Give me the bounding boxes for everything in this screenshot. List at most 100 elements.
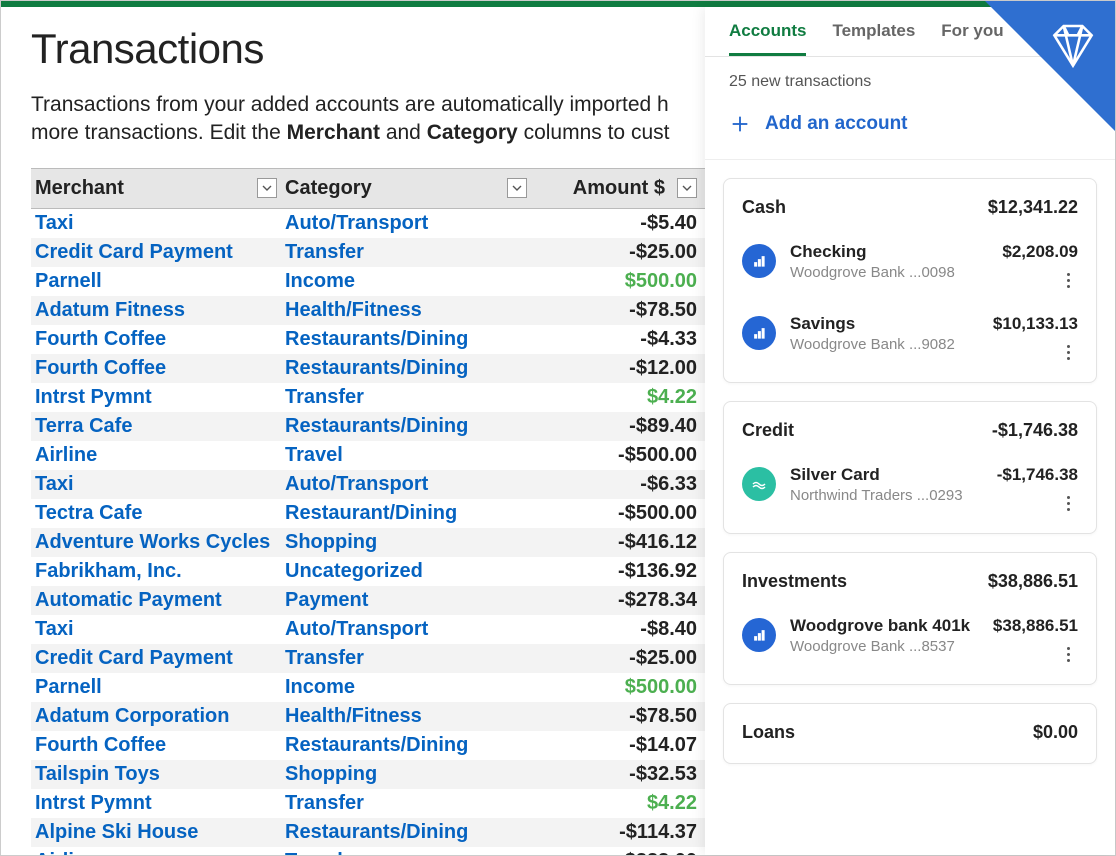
category-cell[interactable]: Income xyxy=(281,267,531,296)
category-cell[interactable]: Restaurants/Dining xyxy=(281,412,531,441)
category-cell[interactable]: Travel xyxy=(281,441,531,470)
merchant-cell[interactable]: Adventure Works Cycles xyxy=(31,528,281,557)
merchant-cell[interactable]: Terra Cafe xyxy=(31,412,281,441)
account-institution: Woodgrove Bank ...9082 xyxy=(790,336,979,353)
col-header-label: Amount $ xyxy=(573,177,665,199)
category-cell[interactable]: Travel xyxy=(281,847,531,855)
col-header-category[interactable]: Category xyxy=(281,168,531,208)
merchant-cell[interactable]: Credit Card Payment xyxy=(31,644,281,673)
merchant-cell[interactable]: Fourth Coffee xyxy=(31,354,281,383)
merchant-cell[interactable]: Fabrikham, Inc. xyxy=(31,557,281,586)
category-cell[interactable]: Payment xyxy=(281,586,531,615)
category-cell[interactable]: Auto/Transport xyxy=(281,615,531,644)
kebab-icon[interactable] xyxy=(1058,644,1078,664)
col-header-label: Merchant xyxy=(35,177,124,199)
category-cell[interactable]: Health/Fitness xyxy=(281,702,531,731)
kebab-icon[interactable] xyxy=(1058,270,1078,290)
table-row[interactable]: Tectra CafeRestaurant/Dining-$500.00Ch xyxy=(31,499,705,528)
account-row[interactable]: CheckingWoodgrove Bank ...0098$2,208.09 xyxy=(742,232,1078,304)
dropdown-icon[interactable] xyxy=(257,178,277,198)
table-row[interactable]: Intrst PymntTransfer$4.22Sa xyxy=(31,789,705,818)
table-row[interactable]: Tailspin ToysShopping-$32.53Ch xyxy=(31,760,705,789)
merchant-cell[interactable]: Adatum Corporation xyxy=(31,702,281,731)
account-row[interactable]: Silver CardNorthwind Traders ...0293-$1,… xyxy=(742,455,1078,527)
merchant-cell[interactable]: Airline xyxy=(31,441,281,470)
table-row[interactable]: Automatic PaymentPayment-$278.34Ch xyxy=(31,586,705,615)
category-cell[interactable]: Health/Fitness xyxy=(281,296,531,325)
dropdown-icon[interactable] xyxy=(677,178,697,198)
group-title: Cash xyxy=(742,197,786,218)
table-row[interactable]: ParnellIncome$500.00Ch xyxy=(31,267,705,296)
category-cell[interactable]: Auto/Transport xyxy=(281,208,531,238)
table-row[interactable]: Credit Card PaymentTransfer-$25.00Sa xyxy=(31,644,705,673)
merchant-cell[interactable]: Automatic Payment xyxy=(31,586,281,615)
category-cell[interactable]: Shopping xyxy=(281,528,531,557)
account-balance: $2,208.09 xyxy=(1002,242,1078,262)
table-row[interactable]: TaxiAuto/Transport-$6.33Ch xyxy=(31,470,705,499)
account-balance: -$1,746.38 xyxy=(997,465,1078,485)
tab-accounts[interactable]: Accounts xyxy=(729,21,806,56)
merchant-cell[interactable]: Parnell xyxy=(31,267,281,296)
merchant-cell[interactable]: Fourth Coffee xyxy=(31,325,281,354)
category-cell[interactable]: Uncategorized xyxy=(281,557,531,586)
account-row[interactable]: SavingsWoodgrove Bank ...9082$10,133.13 xyxy=(742,304,1078,376)
merchant-cell[interactable]: Intrst Pymnt xyxy=(31,789,281,818)
category-cell[interactable]: Auto/Transport xyxy=(281,470,531,499)
merchant-cell[interactable]: Taxi xyxy=(31,615,281,644)
table-row[interactable]: Adatum FitnessHealth/Fitness-$78.50Cr xyxy=(31,296,705,325)
merchant-cell[interactable]: Credit Card Payment xyxy=(31,238,281,267)
category-cell[interactable]: Restaurant/Dining xyxy=(281,499,531,528)
amount-cell: -$32.53 xyxy=(531,760,701,789)
col-header-merchant[interactable]: Merchant xyxy=(31,168,281,208)
account-row[interactable]: Woodgrove bank 401kWoodgrove Bank ...853… xyxy=(742,606,1078,678)
table-row[interactable]: Intrst PymntTransfer$4.22Sa xyxy=(31,383,705,412)
merchant-cell[interactable]: Taxi xyxy=(31,470,281,499)
category-cell[interactable]: Transfer xyxy=(281,238,531,267)
merchant-cell[interactable]: Intrst Pymnt xyxy=(31,383,281,412)
merchant-cell[interactable]: Tectra Cafe xyxy=(31,499,281,528)
amount-cell: -$25.00 xyxy=(531,644,701,673)
kebab-icon[interactable] xyxy=(1058,493,1078,513)
merchant-cell[interactable]: Tailspin Toys xyxy=(31,760,281,789)
table-row[interactable]: Fabrikham, Inc.Uncategorized-$136.92Ch xyxy=(31,557,705,586)
table-row[interactable]: AirlineTravel-$333.00Ch xyxy=(31,847,705,855)
table-row[interactable]: Fourth CoffeeRestaurants/Dining-$12.00Ch xyxy=(31,354,705,383)
table-row[interactable]: Credit Card PaymentTransfer-$25.00Sa xyxy=(31,238,705,267)
table-row[interactable]: Fourth CoffeeRestaurants/Dining-$4.33Ch xyxy=(31,325,705,354)
amount-cell: -$416.12 xyxy=(531,528,701,557)
merchant-cell[interactable]: Fourth Coffee xyxy=(31,731,281,760)
table-row[interactable]: Adatum CorporationHealth/Fitness-$78.50C… xyxy=(31,702,705,731)
table-row[interactable]: Adventure Works CyclesShopping-$416.12Cr xyxy=(31,528,705,557)
category-cell[interactable]: Restaurants/Dining xyxy=(281,325,531,354)
table-row[interactable]: ParnellIncome$500.00Ch xyxy=(31,673,705,702)
category-cell[interactable]: Restaurants/Dining xyxy=(281,818,531,847)
table-row[interactable]: TaxiAuto/Transport-$8.40Ch xyxy=(31,615,705,644)
table-row[interactable]: Alpine Ski HouseRestaurants/Dining-$114.… xyxy=(31,818,705,847)
category-cell[interactable]: Shopping xyxy=(281,760,531,789)
bank-icon xyxy=(742,316,776,350)
category-cell[interactable]: Restaurants/Dining xyxy=(281,354,531,383)
category-cell[interactable]: Transfer xyxy=(281,383,531,412)
dropdown-icon[interactable] xyxy=(507,178,527,198)
bank-icon xyxy=(742,244,776,278)
merchant-cell[interactable]: Adatum Fitness xyxy=(31,296,281,325)
account-balance: $38,886.51 xyxy=(993,616,1078,636)
merchant-cell[interactable]: Alpine Ski House xyxy=(31,818,281,847)
table-row[interactable]: Terra CafeRestaurants/Dining-$89.40Ch xyxy=(31,412,705,441)
merchant-cell[interactable]: Airline xyxy=(31,847,281,855)
merchant-cell[interactable]: Parnell xyxy=(31,673,281,702)
group-title: Loans xyxy=(742,722,795,743)
category-cell[interactable]: Transfer xyxy=(281,644,531,673)
col-header-amount[interactable]: Amount $ xyxy=(531,168,701,208)
table-row[interactable]: AirlineTravel-$500.00Cr xyxy=(31,441,705,470)
table-row[interactable]: Fourth CoffeeRestaurants/Dining-$14.07Ch xyxy=(31,731,705,760)
amount-cell: -$5.40 xyxy=(531,208,701,238)
merchant-cell[interactable]: Taxi xyxy=(31,208,281,238)
tab-templates[interactable]: Templates xyxy=(832,21,915,56)
category-cell[interactable]: Income xyxy=(281,673,531,702)
category-cell[interactable]: Restaurants/Dining xyxy=(281,731,531,760)
category-cell[interactable]: Transfer xyxy=(281,789,531,818)
table-row[interactable]: TaxiAuto/Transport-$5.40Ch xyxy=(31,208,705,238)
page-subtitle: Transactions from your added accounts ar… xyxy=(31,91,679,148)
kebab-icon[interactable] xyxy=(1058,342,1078,362)
